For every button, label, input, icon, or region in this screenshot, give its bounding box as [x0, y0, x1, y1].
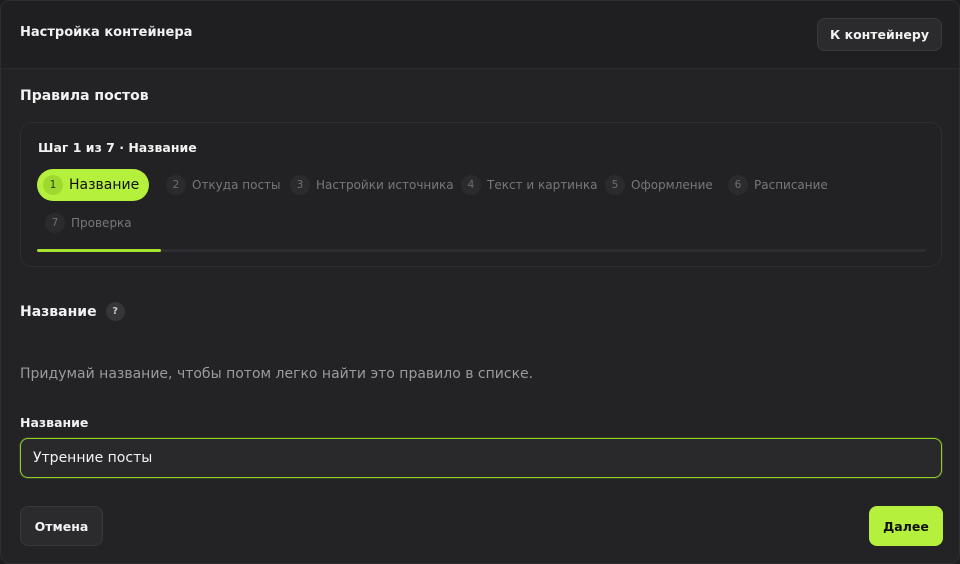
field-hint: Придумай название, чтобы потом легко най…: [20, 366, 534, 382]
step-number: 2: [166, 175, 186, 195]
wizard-step-text-image[interactable]: 4 Текст и картинка: [461, 169, 597, 201]
wizard-step-schedule[interactable]: 6 Расписание: [728, 169, 828, 201]
container-settings-window: Настройка контейнера К контейнеру Правил…: [0, 0, 960, 564]
wizard-step-source[interactable]: 2 Откуда посты: [166, 169, 281, 201]
cancel-button[interactable]: Отмена: [20, 506, 103, 546]
wizard-step-design[interactable]: 5 Оформление: [605, 169, 713, 201]
step-label: Расписание: [754, 178, 828, 192]
wizard-step-name[interactable]: 1 Название: [37, 169, 150, 201]
step-caption: Шаг 1 из 7 · Название: [38, 140, 197, 155]
step-label: Настройки источника: [316, 178, 454, 192]
name-input-label: Название: [20, 415, 89, 430]
step-number: 4: [461, 175, 481, 195]
page-title: Настройка контейнера: [20, 25, 193, 40]
step-label: Проверка: [71, 216, 132, 230]
wizard-step-review[interactable]: 7 Проверка: [45, 207, 132, 239]
step-label: Откуда посты: [192, 178, 281, 192]
back-to-container-button[interactable]: К контейнеру: [817, 18, 942, 51]
help-icon[interactable]: ?: [105, 302, 125, 321]
section-title: Правила постов: [20, 88, 149, 104]
step-number: 3: [290, 175, 310, 195]
field-heading-text: Название: [20, 303, 97, 320]
next-button[interactable]: Далее: [869, 506, 943, 546]
wizard-progress-fill: [37, 249, 162, 252]
field-heading: Название ?: [20, 302, 125, 321]
wizard-progress-track: [37, 249, 926, 252]
step-label: Оформление: [631, 178, 713, 192]
step-number: 1: [43, 175, 63, 195]
header: Настройка контейнера К контейнеру: [1, 1, 959, 69]
step-label: Текст и картинка: [487, 178, 598, 192]
wizard-steps-card: Шаг 1 из 7 · Название 1 Название 2 Откуд…: [20, 122, 942, 267]
step-number: 5: [605, 175, 625, 195]
step-number: 6: [728, 175, 748, 195]
step-number: 7: [45, 213, 65, 233]
step-label: Название: [69, 177, 140, 193]
name-input[interactable]: [20, 438, 942, 478]
wizard-step-source-settings[interactable]: 3 Настройки источника: [290, 169, 454, 201]
